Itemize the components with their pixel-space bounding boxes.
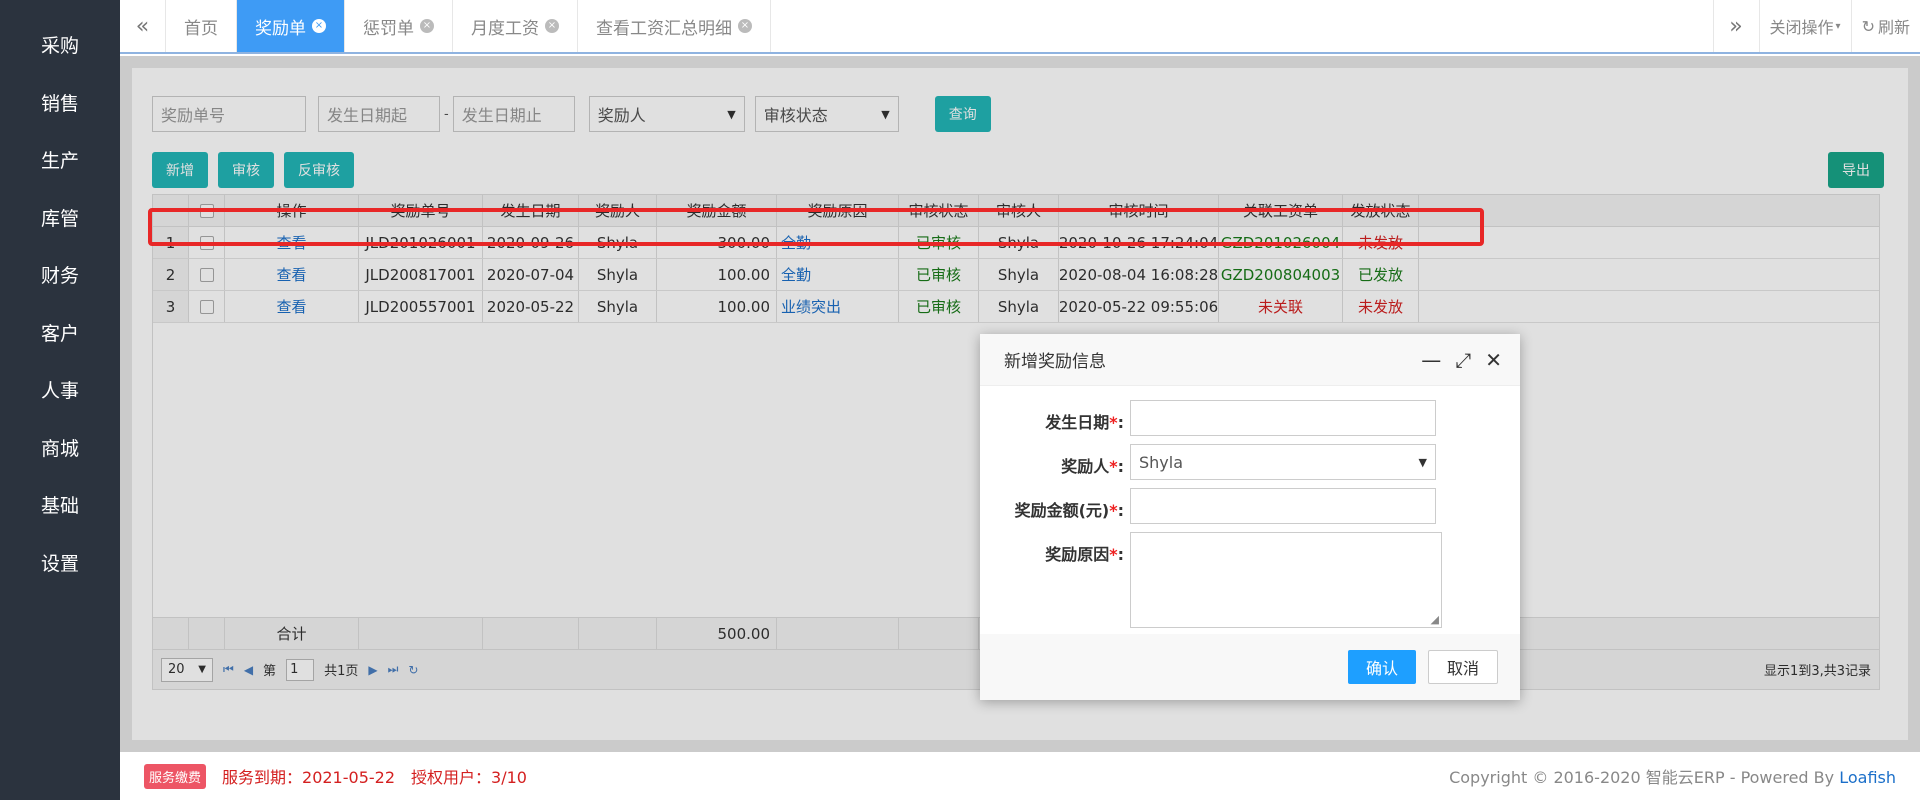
row-highlight-box — [148, 208, 1484, 246]
sidebar-item[interactable]: 基础 — [0, 476, 120, 534]
tab-label: 奖励单 — [255, 18, 306, 39]
tab-list: 首页 奖励单 × 惩罚单 × 月度工资 × 查看工资汇总明细 × — [166, 0, 771, 52]
form-row-reason: 奖励原因*: ◢ — [980, 532, 1520, 628]
tab[interactable]: 查看工资汇总明细 × — [578, 0, 771, 52]
label-colon: : — [1117, 413, 1124, 432]
label-colon: : — [1117, 457, 1124, 476]
label-colon: : — [1117, 545, 1124, 564]
required-mark: * — [1109, 457, 1118, 476]
maximize-icon[interactable]: ⤢ — [1455, 348, 1471, 372]
sidebar-item[interactable]: 商城 — [0, 419, 120, 477]
caret-down-icon: ▾ — [1835, 20, 1841, 32]
tab[interactable]: 月度工资 × — [453, 0, 578, 52]
copyright: Copyright © 2016-2020 智能云ERP - Powered B… — [1449, 764, 1896, 788]
service-expiry: 服务到期：2021-05-22 — [222, 768, 396, 787]
tab-label: 首页 — [184, 18, 218, 39]
form-row-person: 奖励人*: Shyla ▼ — [980, 444, 1520, 480]
date-field[interactable] — [1130, 400, 1436, 436]
license-users: 授权用户：3/10 — [411, 768, 527, 787]
tab-label: 月度工资 — [471, 18, 539, 39]
person-label: 奖励人 — [1061, 457, 1110, 476]
tab[interactable]: 首页 — [166, 0, 237, 52]
dialog-footer: 确认 取消 — [980, 634, 1520, 700]
tab-label: 惩罚单 — [363, 18, 414, 39]
status-bar: 服务缴费 服务到期：2021-05-22 授权用户：3/10 Copyright… — [120, 752, 1920, 800]
copyright-text: Copyright © 2016-2020 智能云ERP - Powered B… — [1449, 768, 1840, 787]
cancel-button[interactable]: 取消 — [1427, 650, 1498, 684]
reason-textarea[interactable]: ◢ — [1130, 532, 1442, 628]
tab-close-icon[interactable]: × — [738, 19, 752, 33]
sidebar-item[interactable]: 库管 — [0, 189, 120, 247]
person-select[interactable]: Shyla ▼ — [1130, 444, 1436, 480]
confirm-button[interactable]: 确认 — [1347, 650, 1416, 684]
tab-bar: « 首页 奖励单 × 惩罚单 × 月度工资 × 查看工资汇总明细 × » 关闭操作 ▾ ↻ 刷新 — [120, 0, 1920, 54]
sidebar-item[interactable]: 销售 — [0, 74, 120, 132]
double-chevron-left-icon[interactable]: « — [120, 0, 166, 52]
tab[interactable]: 奖励单 × — [237, 0, 345, 52]
close-icon[interactable]: ✕ — [1485, 348, 1502, 372]
amount-field[interactable] — [1130, 488, 1436, 524]
sidebar-item[interactable]: 财务 — [0, 246, 120, 304]
sidebar-item[interactable]: 采购 — [0, 16, 120, 74]
tab-close-icon[interactable]: × — [420, 19, 434, 33]
caret-down-icon: ▼ — [1418, 455, 1427, 469]
sidebar-item[interactable]: 设置 — [0, 534, 120, 592]
minimize-icon[interactable]: — — [1421, 348, 1441, 372]
reason-label: 奖励原因 — [1045, 545, 1110, 564]
tab-label: 查看工资汇总明细 — [596, 18, 732, 39]
sidebar: 采购 销售 生产 库管 财务 客户 人事 商城 基础 设置 — [0, 0, 120, 800]
double-chevron-right-icon[interactable]: » — [1712, 0, 1759, 52]
close-operations-dropdown[interactable]: 关闭操作 ▾ — [1758, 0, 1851, 52]
sidebar-item[interactable]: 生产 — [0, 131, 120, 189]
refresh-icon: ↻ — [1861, 16, 1875, 36]
tab-close-icon[interactable]: × — [545, 19, 559, 33]
refresh-button[interactable]: ↻ 刷新 — [1850, 0, 1920, 52]
tab[interactable]: 惩罚单 × — [345, 0, 453, 52]
tab-close-icon[interactable]: × — [312, 19, 326, 33]
resize-grip-icon[interactable]: ◢ — [1431, 613, 1439, 626]
brand-link[interactable]: Loafish — [1839, 768, 1896, 787]
add-reward-dialog: 新增奖励信息 — ⤢ ✕ 发生日期*: 奖励人*: Shyla ▼ 奖励金额(元… — [980, 334, 1520, 700]
required-mark: * — [1109, 545, 1118, 564]
sidebar-item[interactable]: 客户 — [0, 304, 120, 362]
required-mark: * — [1109, 501, 1118, 520]
form-row-amount: 奖励金额(元)*: — [980, 488, 1520, 524]
sidebar-item[interactable]: 人事 — [0, 361, 120, 419]
close-operations-label: 关闭操作 — [1769, 18, 1834, 37]
person-select-value: Shyla — [1139, 452, 1184, 472]
required-mark: * — [1109, 413, 1118, 432]
label-colon: : — [1117, 501, 1124, 520]
refresh-label: 刷新 — [1877, 18, 1910, 37]
dialog-title: 新增奖励信息 — [1004, 352, 1106, 372]
amount-label: 奖励金额(元) — [1014, 501, 1110, 520]
form-row-date: 发生日期*: — [980, 400, 1520, 436]
service-payment-badge[interactable]: 服务缴费 — [144, 763, 207, 789]
dialog-title-bar: 新增奖励信息 — ⤢ ✕ — [980, 334, 1520, 386]
date-label: 发生日期 — [1045, 413, 1110, 432]
dialog-form: 发生日期*: 奖励人*: Shyla ▼ 奖励金额(元)*: 奖励原因*: ◢ — [980, 386, 1520, 628]
